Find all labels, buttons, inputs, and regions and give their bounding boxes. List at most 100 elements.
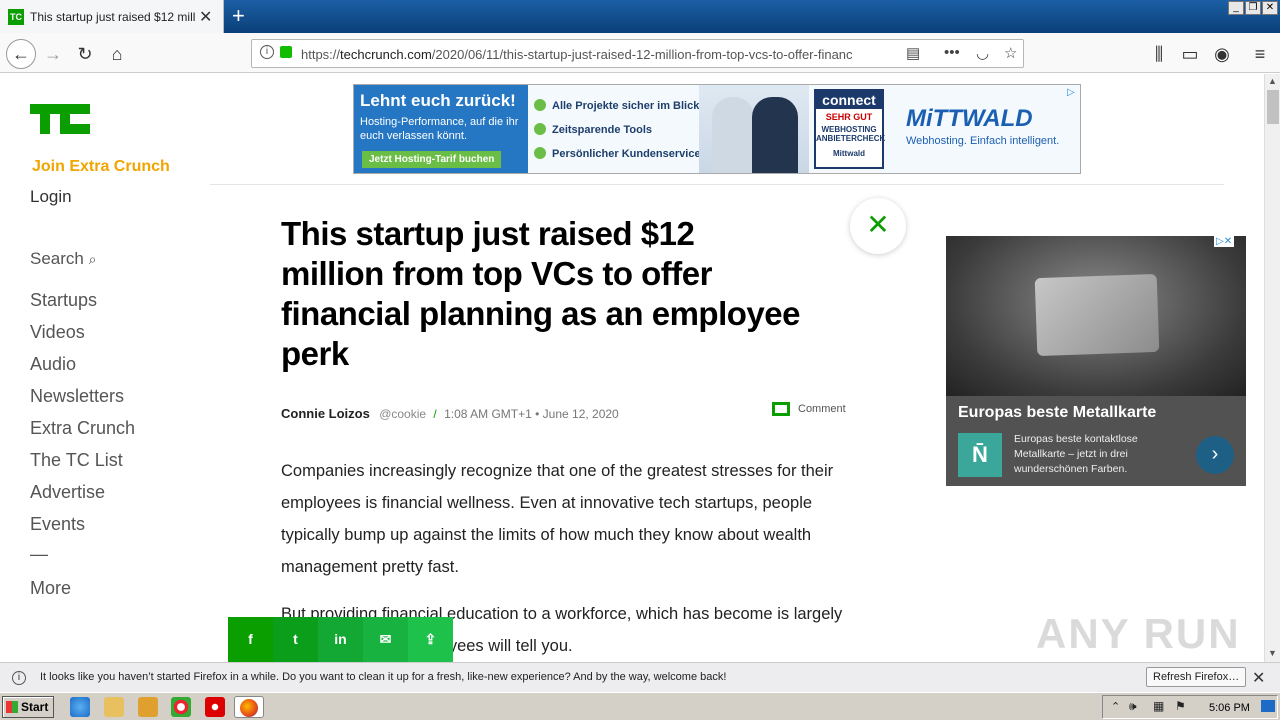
network-icon[interactable]: ▦ [1153, 699, 1164, 713]
scroll-down-icon[interactable]: ▼ [1268, 648, 1277, 658]
notification-bar: i It looks like you haven’t started Fire… [0, 662, 1280, 692]
lock-icon[interactable] [280, 46, 292, 58]
close-tab-icon[interactable]: ✕ [199, 7, 212, 27]
share-bar: f t in ✉ ⇪ [228, 617, 453, 662]
sidebar-item-newsletters[interactable]: Newsletters [30, 386, 124, 407]
ad-award-badge: connect SEHR GUT WEBHOSTING ANBIETERCHEC… [814, 89, 885, 169]
info-icon: i [12, 671, 26, 685]
sidebar-item-startups[interactable]: Startups [30, 290, 97, 311]
sidebar-item-more[interactable]: More [30, 578, 71, 599]
volume-icon[interactable]: 🕪 [1129, 699, 1137, 714]
comment-button[interactable]: Comment [772, 402, 846, 416]
opera-icon[interactable] [205, 697, 225, 717]
sidebar-item-events[interactable]: Events [30, 514, 85, 535]
scroll-up-icon[interactable]: ▲ [1268, 76, 1277, 86]
techcrunch-favicon-icon: TC [8, 9, 24, 25]
sidebar-item-audio[interactable]: Audio [30, 354, 76, 375]
pocket-icon[interactable]: ◡ [976, 44, 989, 62]
author-link[interactable]: Connie Loizos [281, 406, 370, 421]
close-window-icon[interactable]: ✕ [1262, 1, 1278, 15]
adchoices-icon[interactable]: ▷ [1067, 87, 1075, 98]
article-byline: Connie Loizos @cookie / 1:08 AM GMT+1 • … [281, 406, 619, 421]
email-share-icon[interactable]: ✉ [363, 617, 408, 662]
firefox-taskbar-button[interactable] [234, 696, 264, 718]
system-tray: ⌃ 🕪 ▦ ⚑ [1102, 695, 1278, 719]
refresh-firefox-button[interactable]: Refresh Firefox… [1146, 667, 1247, 687]
folder-icon[interactable] [104, 697, 124, 717]
chrome-icon[interactable] [171, 697, 191, 717]
reader-view-icon[interactable]: ▤ [906, 44, 920, 62]
sidebar-item-advertise[interactable]: Advertise [30, 482, 105, 503]
sidebar-item-videos[interactable]: Videos [30, 322, 85, 343]
author-handle-link[interactable]: @cookie [379, 407, 426, 421]
ad-brand-logo: MiTTWALD [906, 105, 1033, 132]
start-button[interactable]: Start [2, 696, 54, 718]
forward-arrow-icon[interactable]: → [40, 41, 66, 67]
ad-headline: Lehnt euch zurück! [360, 91, 516, 110]
page-scrollbar[interactable]: ▲ ▼ [1264, 74, 1280, 662]
url-bar[interactable]: i https://techcrunch.com/2020/06/11/this… [251, 39, 1024, 68]
sidebar-item-extra-crunch[interactable]: Extra Crunch [30, 418, 135, 439]
ad-feature: Persönlicher Kundenservice [534, 147, 701, 160]
info-icon[interactable]: i [260, 45, 274, 59]
show-desktop-icon[interactable] [1261, 700, 1275, 712]
tab-bar: TC This startup just raised $12 million … [0, 0, 1280, 33]
taskbar-clock: 5:06 PM [1209, 702, 1250, 714]
side-ad-headline: Europas beste Metallkarte [958, 404, 1157, 421]
url-text[interactable]: https://techcrunch.com/2020/06/11/this-s… [301, 47, 871, 62]
top-banner-ad[interactable]: Lehnt euch zurück! Hosting-Performance, … [353, 84, 1081, 174]
taskbar: Start ⌃ 🕪 ▦ ⚑ 5:06 PM [0, 692, 1280, 720]
article-headline: This startup just raised $12 million fro… [281, 215, 800, 372]
ad-feature: Zeitsparende Tools [534, 123, 652, 136]
close-icon[interactable]: ✕ [850, 198, 906, 254]
ie-icon[interactable] [70, 697, 90, 717]
techcrunch-logo[interactable] [30, 104, 90, 134]
web-page: Join Extra Crunch Login Search ⌕ Startup… [0, 74, 1264, 662]
header-divider [210, 184, 1224, 185]
byline-separator: / [433, 407, 437, 421]
ad-tagline: Webhosting. Einfach intelligent. [906, 135, 1060, 147]
sidebar-divider: — [30, 544, 48, 564]
scrollbar-thumb[interactable] [1267, 90, 1279, 124]
browser-tab[interactable]: TC This startup just raised $12 million … [0, 0, 224, 33]
ad-feature: Alle Projekte sicher im Blick [534, 99, 699, 112]
sidebar-toggle-icon[interactable]: ▭ [1177, 41, 1203, 67]
search-icon: ⌕ [88, 251, 97, 267]
login-link[interactable]: Login [30, 187, 72, 207]
new-tab-icon[interactable]: + [232, 3, 245, 29]
notification-message: It looks like you haven’t started Firefo… [40, 671, 727, 683]
side-ad-description: Europas beste kontaktlose Metallkarte – … [1014, 433, 1138, 475]
sidebar-item-tc-list[interactable]: The TC List [30, 450, 123, 471]
back-arrow-icon[interactable]: ← [6, 39, 36, 69]
facebook-share-icon[interactable]: f [228, 617, 273, 662]
home-icon[interactable]: ⌂ [104, 41, 130, 67]
ad-person-image [712, 97, 754, 173]
menu-icon[interactable]: ≡ [1247, 41, 1273, 67]
search-link[interactable]: Search ⌕ [30, 249, 96, 269]
article-timestamp: 1:08 AM GMT+1 • June 12, 2020 [444, 407, 619, 421]
linkedin-share-icon[interactable]: in [318, 617, 363, 662]
twitter-share-icon[interactable]: t [273, 617, 318, 662]
metal-card-image [1034, 273, 1160, 357]
n26-logo: N̄ [958, 433, 1002, 477]
chevron-right-icon[interactable]: › [1196, 436, 1234, 474]
adchoices-icon[interactable]: ▷✕ [1214, 236, 1235, 247]
tray-expand-icon[interactable]: ⌃ [1111, 700, 1120, 713]
media-player-icon[interactable] [138, 697, 158, 717]
ad-person-image [752, 97, 798, 173]
bookmark-star-icon[interactable]: ☆ [1004, 44, 1017, 62]
reload-icon[interactable]: ↻ [72, 41, 98, 67]
tab-title: This startup just raised $12 million [30, 10, 195, 24]
sidebar-ad[interactable]: ▷✕ Europas beste Metallkarte N̄ Europas … [946, 236, 1246, 486]
account-icon[interactable]: ◉ [1209, 41, 1235, 67]
share-icon[interactable]: ⇪ [408, 617, 453, 662]
minimize-icon[interactable]: _ [1228, 1, 1244, 15]
library-icon[interactable]: ⫼ [1146, 41, 1172, 67]
page-actions-icon[interactable]: ••• [944, 44, 960, 61]
article-paragraph: Companies increasingly recognize that on… [281, 462, 834, 576]
action-center-flag-icon[interactable]: ⚑ [1175, 699, 1186, 713]
close-notification-icon[interactable]: ✕ [1252, 668, 1265, 688]
join-extra-crunch-link[interactable]: Join Extra Crunch [32, 158, 170, 176]
restore-icon[interactable]: ❐ [1245, 1, 1261, 15]
ad-cta-button[interactable]: Jetzt Hosting-Tarif buchen [362, 151, 502, 168]
